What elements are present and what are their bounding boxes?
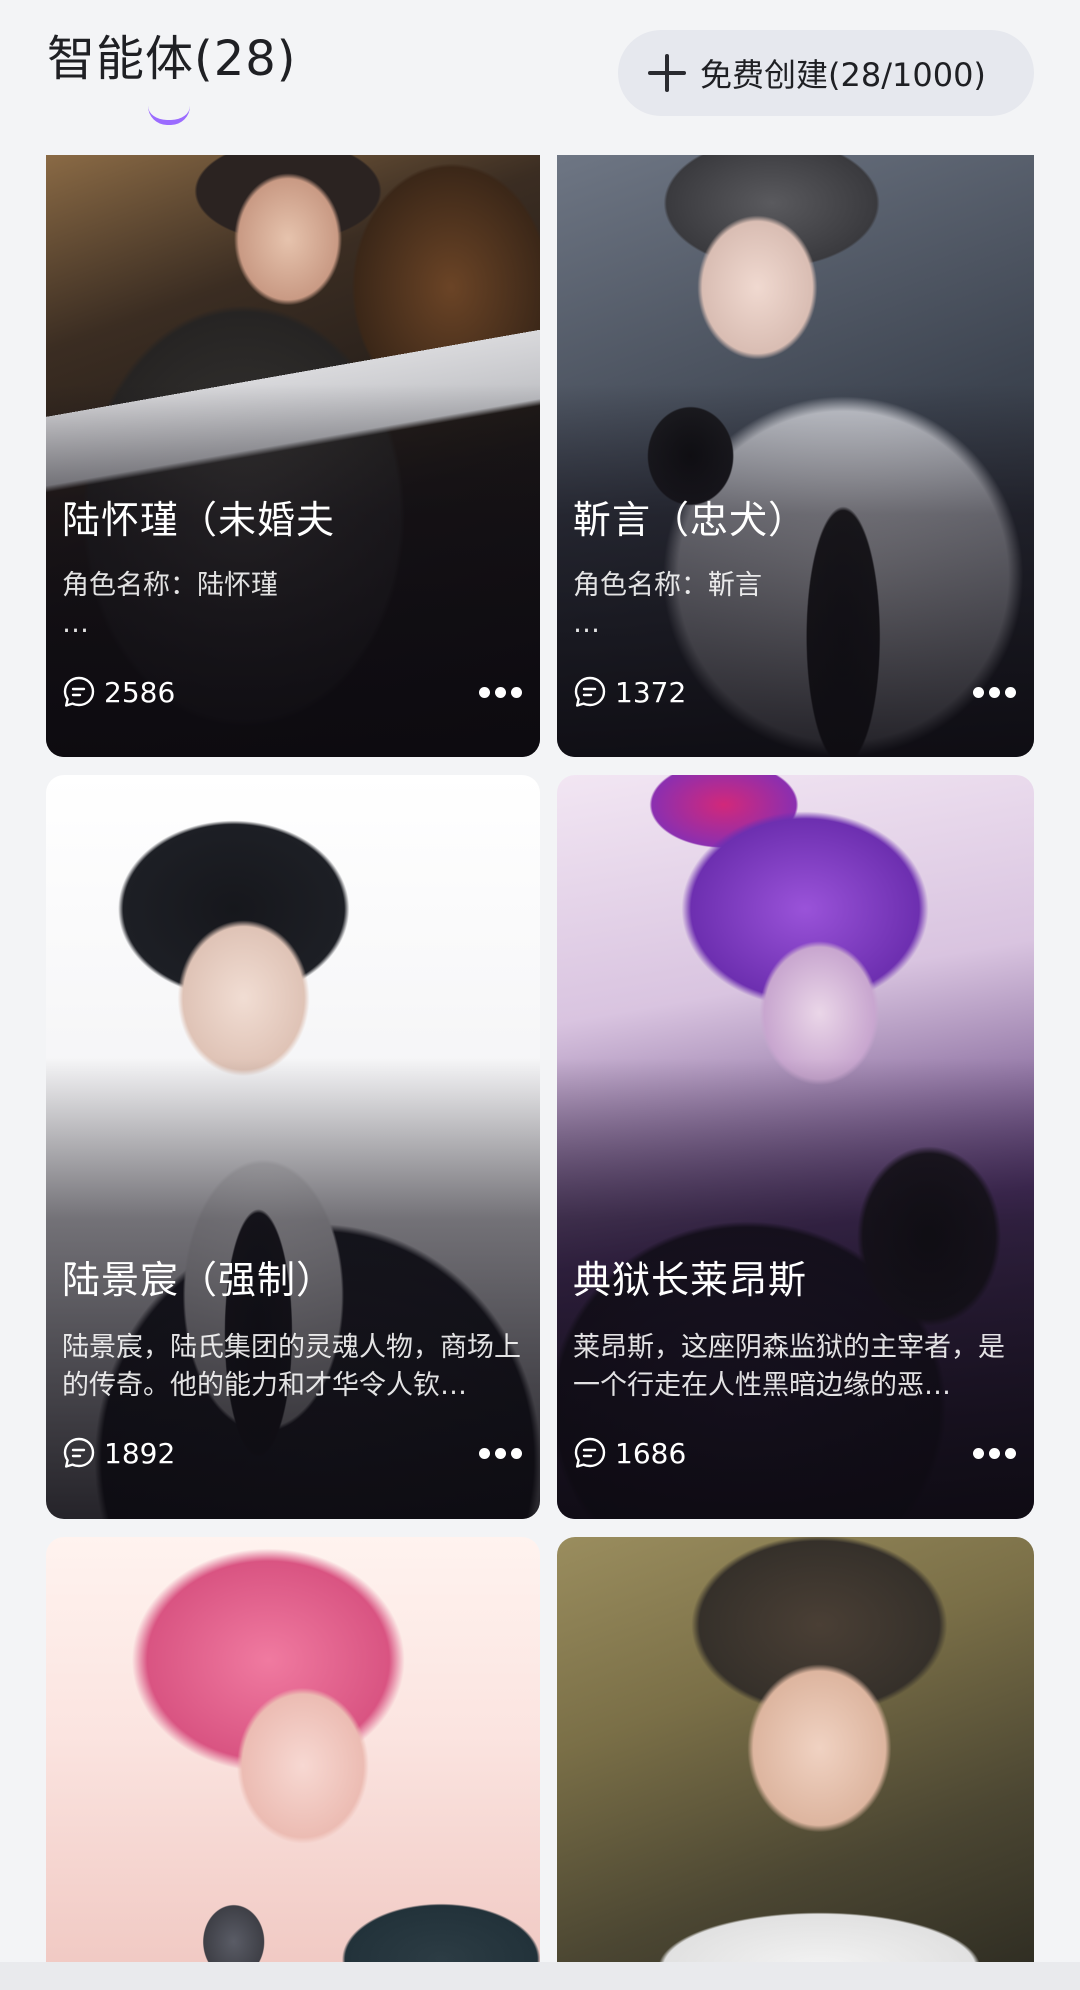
chat-count-value: 2586 [104, 675, 176, 709]
chat-bubble-icon [63, 676, 95, 707]
agent-card[interactable]: 靳言（忠犬） 角色名称：靳言 … 1372 [557, 155, 1034, 757]
agent-description: 角色名称：陆怀瑾 … [62, 570, 278, 639]
plus-icon [648, 54, 686, 92]
agent-name: 典狱长莱昂斯 [573, 1258, 808, 1302]
chat-bubble-icon [574, 1437, 606, 1468]
chat-count: 2586 [62, 675, 175, 709]
agent-list-page: 智能体(28) 免费创建(28/1000) 陆怀瑾（未婚夫 角色名称：陆怀瑾 …… [0, 0, 1080, 1990]
chat-count: 1892 [62, 1436, 175, 1470]
chat-count-value: 1686 [615, 1436, 687, 1470]
title-tab-indicator [148, 106, 190, 125]
bottom-edge-bar [0, 1962, 1080, 1990]
more-icon[interactable] [479, 687, 522, 698]
agent-card[interactable]: 陆景宸（强制） 陆景宸，陆氏集团的灵魂人物，商场上的传奇。他的能力和才华令人钦…… [46, 775, 540, 1519]
page-title: 智能体(28) [47, 31, 297, 87]
more-icon[interactable] [973, 687, 1016, 698]
agent-avatar-image [557, 1537, 1034, 1977]
chat-count-value: 1892 [104, 1436, 176, 1470]
chat-count-value: 1372 [615, 675, 687, 709]
agent-name: 陆怀瑾（未婚夫 [62, 498, 336, 542]
chat-bubble-icon [63, 1437, 95, 1468]
more-icon[interactable] [479, 1448, 522, 1459]
chat-bubble-icon [574, 676, 606, 707]
chat-count: 1686 [573, 1436, 686, 1470]
agent-name: 靳言（忠犬） [573, 498, 808, 542]
agent-card[interactable] [46, 1537, 540, 1977]
agent-description: 角色名称：靳言 … [573, 570, 762, 639]
free-create-label: 免费创建(28/1000) [700, 56, 986, 94]
agent-card[interactable]: 陆怀瑾（未婚夫 角色名称：陆怀瑾 … 2586 [46, 155, 540, 757]
more-icon[interactable] [973, 1448, 1016, 1459]
agent-name: 陆景宸（强制） [62, 1258, 336, 1302]
agent-description: 陆景宸，陆氏集团的灵魂人物，商场上的传奇。他的能力和才华令人钦… [62, 1332, 521, 1401]
agent-card[interactable]: 典狱长莱昂斯 莱昂斯，这座阴森监狱的主宰者，是一个行走在人性黑暗边缘的恶… 16… [557, 775, 1034, 1519]
agent-description: 莱昂斯，这座阴森监狱的主宰者，是一个行走在人性黑暗边缘的恶… [573, 1332, 1005, 1401]
agent-avatar-image [46, 1537, 540, 1977]
chat-count: 1372 [573, 675, 686, 709]
agent-card[interactable] [557, 1537, 1034, 1977]
free-create-button[interactable]: 免费创建(28/1000) [618, 30, 1034, 116]
